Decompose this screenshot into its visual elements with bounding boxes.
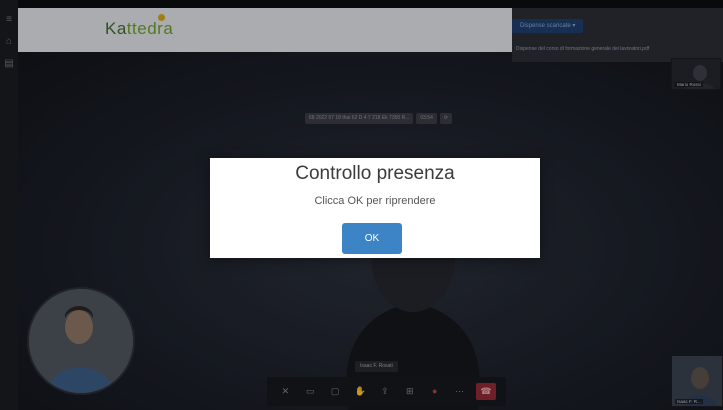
meeting-window: ≡ ⌂ ▤ Kattedra 68 2022 07 18 thai 62 D 4… [0,0,723,410]
ok-button[interactable]: OK [342,223,402,254]
presence-check-dialog: Controllo presenza Clicca OK per riprend… [210,158,540,258]
dialog-message: Clicca OK per riprendere [314,195,436,207]
dialog-title: Controllo presenza [295,163,455,184]
